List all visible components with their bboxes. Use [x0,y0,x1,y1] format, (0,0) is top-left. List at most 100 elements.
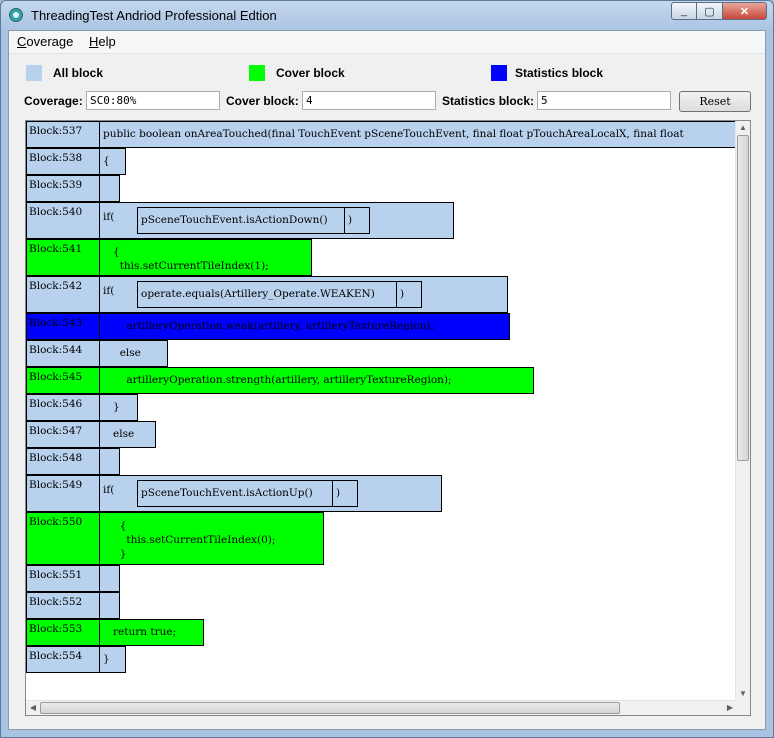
block-code [100,565,120,592]
code-line: else [103,428,135,440]
reset-button[interactable]: Reset [679,91,751,112]
code-block-row[interactable]: Block:543 artilleryOperation.weak(artill… [26,313,510,340]
block-label: Block:539 [26,175,100,202]
app-window: ThreadingTest Andriod Professional Edtio… [0,0,774,738]
scroll-down-icon[interactable]: ▼ [736,687,750,701]
block-code: { this.setCurrentTileIndex(1); [100,239,312,276]
block-code: artilleryOperation.strength(artillery, a… [100,367,534,394]
block-label: Block:546 [26,394,100,421]
block-label: Block:551 [26,565,100,592]
block-label: Block:547 [26,421,100,448]
code-block-row[interactable]: Block:546 } [26,394,138,421]
window-controls: _ ▢ ✕ [671,2,767,20]
code-line: { [103,245,120,258]
code-block-row[interactable]: Block:552 [26,592,120,619]
menu-help-accel: H [89,34,99,49]
code-line: this.setCurrentTileIndex(0); [103,533,276,546]
block-label: Block:548 [26,448,100,475]
block-code: else [100,340,168,367]
code-block-row[interactable]: Block:542 if(operate.equals(Artillery_Ope… [26,276,508,313]
coverage-field[interactable]: SC0:80% [86,91,220,110]
block-label: Block:540 [26,202,100,239]
block-code: { [100,148,126,175]
horizontal-scrollbar[interactable]: ◀ ▶ [26,700,737,715]
code-view[interactable]: Block:537 public boolean onAreaTouched(fi… [25,120,751,716]
code-block-row[interactable]: Block:551 [26,565,120,592]
legend-swatch-statistics [491,65,507,81]
condition-box: pSceneTouchEvent.isActionDown() [137,207,345,234]
menu-help-rest: elp [98,34,116,49]
legend-label-all: All block [53,66,104,80]
statistics-block-field[interactable]: 5 [537,91,671,110]
block-label: Block:554 [26,646,100,673]
code-block-row[interactable]: Block:549 if(pSceneTouchEvent.isActionUp(… [26,475,442,512]
menu-coverage[interactable]: Coverage [17,34,73,49]
condition-box: pSceneTouchEvent.isActionUp() [137,480,333,507]
code-block-row[interactable]: Block:537 public boolean onAreaTouched(fi… [26,121,740,148]
block-label: Block:550 [26,512,100,565]
code-block-row[interactable]: Block:538{ [26,148,126,175]
block-code: if(operate.equals(Artillery_Operate.WEAK… [100,276,508,313]
scroll-left-icon[interactable]: ◀ [26,701,40,715]
block-code [100,592,120,619]
code-line: { [103,519,127,532]
block-code: else [100,421,156,448]
minimize-button[interactable]: _ [671,2,697,20]
code-line: } [103,653,110,665]
maximize-button[interactable]: ▢ [697,2,723,20]
block-code [100,175,120,202]
menu-help[interactable]: Help [89,34,116,49]
legend-label-statistics: Statistics block [515,66,604,80]
code-block-row[interactable]: Block:541 { this.setCurrentTileIndex(1); [26,239,312,276]
legend-label-cover: Cover block [276,66,345,80]
menu-coverage-rest: overage [26,34,74,49]
scroll-up-icon[interactable]: ▲ [736,121,750,135]
block-code: if(pSceneTouchEvent.isActionDown()) [100,202,454,239]
code-block-row[interactable]: Block:540 if(pSceneTouchEvent.isActionDow… [26,202,454,239]
block-code: if(pSceneTouchEvent.isActionUp()) [100,475,442,512]
code-line: artilleryOperation.weak(artillery, artil… [103,320,435,332]
block-code: public boolean onAreaTouched(final Touch… [100,121,740,148]
horizontal-scroll-thumb[interactable] [40,702,620,714]
code-block-row[interactable]: Block:553 return true; [26,619,204,646]
block-code [100,448,120,475]
block-code: artilleryOperation.weak(artillery, artil… [100,313,510,340]
app-icon [9,8,23,22]
block-label: Block:545 [26,367,100,394]
title-bar[interactable]: ThreadingTest Andriod Professional Edtio… [1,1,773,31]
code-block-row[interactable]: Block:548 [26,448,120,475]
scroll-corner [735,700,750,715]
legend-swatch-cover [249,65,265,81]
code-line: this.setCurrentTileIndex(1); [103,259,269,272]
client-area: Coverage Help All block Cover block Stat… [8,30,766,730]
code-block-row[interactable]: Block:550 { this.setCurrentTileIndex(0);… [26,512,324,565]
condition-box: operate.equals(Artillery_Operate.WEAKEN) [137,281,397,308]
code-block-row[interactable]: Block:545 artilleryOperation.strength(ar… [26,367,534,394]
statistics-block-label: Statistics block: [442,94,535,108]
block-code: { this.setCurrentTileIndex(0); } [100,512,324,565]
code-block-row[interactable]: Block:544 else [26,340,168,367]
code-line: } [103,547,127,560]
vertical-scrollbar[interactable]: ▲ ▼ [735,121,750,701]
code-line: { [103,155,110,167]
code-block-row[interactable]: Block:539 [26,175,120,202]
block-code: return true; [100,619,204,646]
close-button[interactable]: ✕ [723,2,767,20]
block-label: Block:543 [26,313,100,340]
window-title: ThreadingTest Andriod Professional Edtio… [31,8,277,23]
block-label: Block:537 [26,121,100,148]
code-line: return true; [103,626,177,638]
cover-block-field[interactable]: 4 [302,91,436,110]
block-code: } [100,646,126,673]
vertical-scroll-thumb[interactable] [737,135,749,461]
code-block-row[interactable]: Block:554} [26,646,126,673]
block-label: Block:553 [26,619,100,646]
code-block-row[interactable]: Block:547 else [26,421,156,448]
condition-close-box: ) [396,281,422,308]
coverage-label: Coverage: [24,94,83,108]
legend-swatch-all [26,65,42,81]
block-label: Block:538 [26,148,100,175]
cover-block-label: Cover block: [226,94,299,108]
menu-coverage-accel: C [17,34,27,49]
code-line: else [103,347,141,359]
